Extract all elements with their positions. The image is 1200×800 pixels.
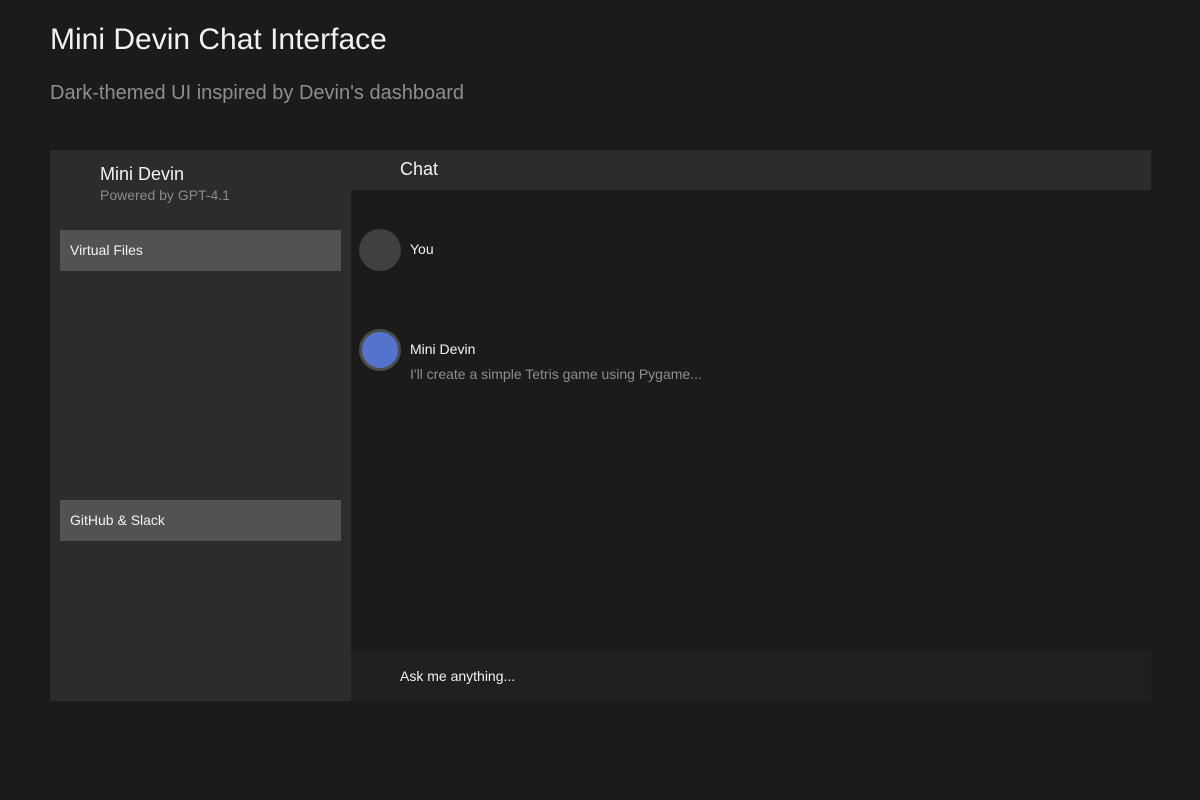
bot-avatar	[359, 329, 401, 371]
user-avatar	[359, 229, 401, 271]
sidebar: Mini Devin Powered by GPT-4.1 Virtual Fi…	[50, 150, 351, 701]
message-author: Mini Devin	[410, 341, 476, 357]
chat-input[interactable]	[400, 650, 1120, 701]
message-text: I'll create a simple Tetris game using P…	[410, 366, 702, 382]
chat-title: Chat	[400, 159, 439, 179]
message-author: You	[410, 241, 434, 257]
brand-name: Mini Devin	[100, 164, 185, 184]
virtual-files-button[interactable]: Virtual Files	[60, 230, 341, 271]
chat-header: Chat	[351, 150, 1151, 190]
app-window: Mini Devin Powered by GPT-4.1 Virtual Fi…	[50, 150, 1151, 701]
page-subtitle: Dark-themed UI inspired by Devin's dashb…	[50, 82, 465, 104]
github-slack-button[interactable]: GitHub & Slack	[60, 500, 341, 541]
brand-subtitle: Powered by GPT-4.1	[100, 187, 230, 203]
page-title: Mini Devin Chat Interface	[50, 23, 387, 56]
chat-input-bar	[351, 650, 1151, 701]
